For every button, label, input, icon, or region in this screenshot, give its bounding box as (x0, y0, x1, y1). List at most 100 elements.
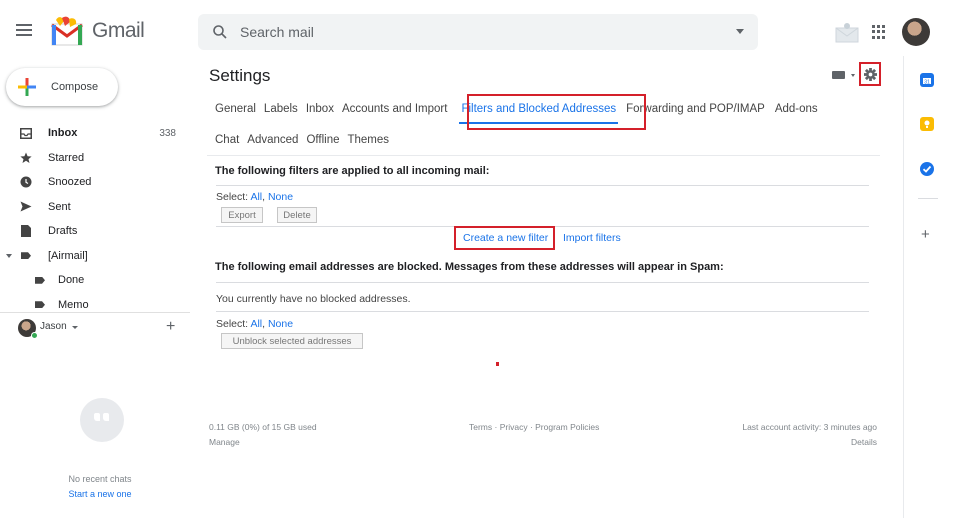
select-none-link[interactable]: None (268, 318, 293, 330)
tab-themes[interactable]: Themes (347, 134, 389, 146)
compose-button[interactable]: Compose (6, 68, 118, 106)
side-panel-rail: 31 + (903, 56, 960, 518)
active-tab-highlight-box (467, 94, 646, 130)
section-divider (216, 185, 869, 186)
start-new-chat-link[interactable]: Start a new one (0, 489, 200, 499)
calendar-icon[interactable]: 31 (920, 73, 934, 87)
import-filters-link[interactable]: Import filters (563, 232, 621, 244)
inbox-icon (20, 127, 32, 139)
select-all-link[interactable]: All (250, 318, 262, 330)
chevron-down-icon[interactable] (851, 74, 855, 77)
user-name[interactable]: Jason (40, 321, 67, 332)
send-icon (20, 201, 32, 213)
sidebar-item-starred[interactable]: Starred (0, 146, 190, 171)
tab-offline[interactable]: Offline (306, 134, 339, 146)
hangouts-user-row: Jason + (0, 312, 190, 340)
tab-labels[interactable]: Labels (264, 103, 298, 115)
search-bar (198, 14, 758, 50)
privacy-link[interactable]: Privacy (500, 422, 528, 432)
google-apps-icon[interactable] (872, 25, 886, 39)
settings-gear-button[interactable] (859, 62, 881, 86)
section-divider (216, 311, 869, 312)
program-policies-link[interactable]: Program Policies (535, 422, 599, 432)
tab-chat[interactable]: Chat (215, 134, 239, 146)
section-divider (216, 282, 869, 283)
top-bar: Gmail (0, 0, 960, 64)
tab-add-ons[interactable]: Add-ons (775, 103, 818, 115)
sidebar-item-label: Drafts (48, 225, 78, 238)
settings-tabs-row2: Chat Advanced Offline Themes (215, 134, 397, 146)
activity-details-link[interactable]: Details (851, 437, 877, 447)
page-title: Settings (209, 66, 271, 85)
footer-links: Terms · Privacy · Program Policies (469, 422, 599, 432)
tab-inbox[interactable]: Inbox (306, 103, 334, 115)
keep-icon[interactable] (920, 117, 934, 131)
select-label: Select: (216, 191, 249, 203)
online-status-icon (31, 332, 38, 339)
select-label: Select: (216, 318, 249, 330)
account-avatar[interactable] (902, 18, 930, 46)
sidebar-item-sent[interactable]: Sent (0, 195, 190, 220)
export-button[interactable]: Export (221, 207, 263, 223)
footer-separator: · (492, 422, 500, 432)
blocked-select-row: Select: All, None (216, 318, 293, 330)
tabs-divider (207, 155, 880, 156)
hangouts-quote-icon (80, 398, 124, 442)
search-icon[interactable] (212, 24, 228, 40)
expand-arrow-icon[interactable] (6, 253, 12, 258)
select-separator: , (262, 191, 266, 203)
last-activity-text: Last account activity: 3 minutes ago (742, 422, 877, 432)
select-none-link[interactable]: None (268, 191, 293, 203)
storage-usage: 0.11 GB (0%) of 15 GB used (209, 422, 317, 432)
gmail-wordmark: Gmail (92, 19, 145, 42)
unblock-selected-button[interactable]: Unblock selected addresses (221, 333, 363, 349)
sidebar-item-inbox[interactable]: Inbox 338 (0, 121, 190, 146)
tab-general[interactable]: General (215, 103, 256, 115)
search-options-icon[interactable] (736, 29, 744, 34)
main-menu-icon[interactable] (16, 24, 32, 36)
select-separator: , (262, 318, 266, 330)
sidebar-item-label: Inbox (48, 127, 78, 140)
keyboard-icon[interactable] (832, 71, 845, 79)
manage-storage-link[interactable]: Manage (209, 437, 240, 447)
tab-advanced[interactable]: Advanced (247, 134, 298, 146)
notification-icon[interactable] (834, 22, 860, 44)
star-icon (20, 152, 32, 164)
inbox-unread-count: 338 (159, 127, 176, 139)
compose-plus-icon (17, 77, 37, 97)
draft-icon (20, 225, 32, 238)
label-icon (34, 274, 46, 286)
sidebar-item-label: Memo (58, 298, 89, 311)
create-new-filter-link[interactable]: Create a new filter (463, 232, 548, 244)
tasks-icon[interactable] (920, 162, 934, 176)
gmail-logo[interactable]: Gmail (50, 16, 145, 46)
select-all-link[interactable]: All (250, 191, 262, 203)
no-blocked-text: You currently have no blocked addresses. (216, 293, 411, 305)
chevron-down-icon[interactable] (72, 326, 78, 329)
sidebar-nav: Inbox 338 Starred Snoozed Sent Drafts [A… (0, 121, 190, 317)
delete-button[interactable]: Delete (277, 207, 317, 223)
sidebar-item-airmail[interactable]: [Airmail] (0, 244, 190, 269)
search-input[interactable] (240, 24, 710, 40)
blocked-heading: The following email addresses are blocke… (215, 261, 724, 273)
tab-accounts-and-import[interactable]: Accounts and Import (342, 103, 447, 115)
sidebar-item-done[interactable]: Done (0, 268, 190, 293)
clock-icon (20, 176, 32, 188)
get-addons-plus-icon[interactable]: + (921, 226, 930, 243)
new-chat-add-icon[interactable]: + (166, 318, 175, 336)
sidebar-item-label: Starred (48, 151, 85, 164)
compose-label: Compose (51, 81, 99, 93)
terms-link[interactable]: Terms (469, 422, 492, 432)
gear-icon (863, 67, 877, 81)
sidebar-item-drafts[interactable]: Drafts (0, 219, 190, 244)
footer-separator: · (527, 422, 536, 432)
sidebar-item-label: Snoozed (48, 176, 92, 189)
sidebar-item-snoozed[interactable]: Snoozed (0, 170, 190, 195)
gmail-envelope-icon (50, 16, 86, 46)
sidebar-item-label: [Airmail] (48, 249, 88, 262)
sidebar-item-label: Done (58, 274, 85, 287)
filters-heading: The following filters are applied to all… (215, 165, 490, 177)
tab-forwarding-and-pop-imap[interactable]: Forwarding and POP/IMAP (626, 103, 765, 115)
annotation-dot (496, 362, 499, 366)
label-icon (20, 250, 32, 262)
